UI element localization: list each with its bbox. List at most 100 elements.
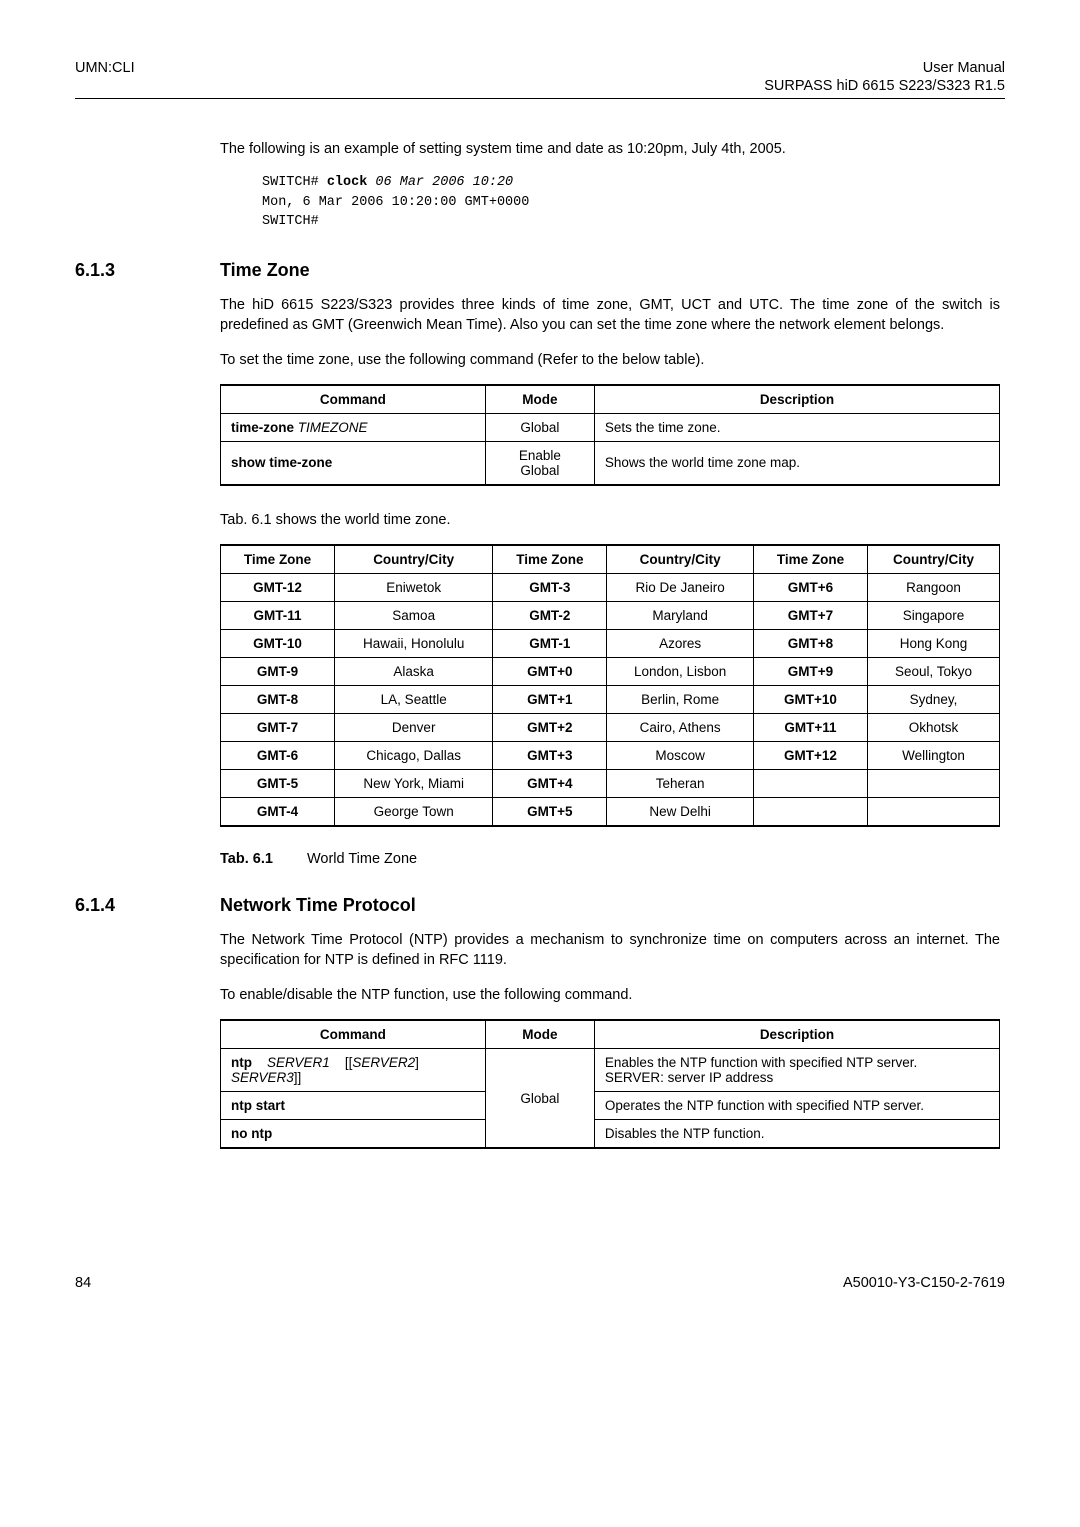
section-heading: 6.1.4 Network Time Protocol [75,895,1005,916]
cell: GMT-6 [221,742,335,770]
paragraph: Tab. 6.1 shows the world time zone. [220,510,1000,530]
cell: Denver [335,714,493,742]
cell [868,770,1000,798]
cell: Rio De Janeiro [607,574,754,602]
cell-mode: Enable Global [485,441,594,485]
cell: GMT-12 [221,574,335,602]
col-head: Country/City [607,545,754,574]
col-command: Command [221,1020,486,1049]
code-text: Mon, 6 Mar 2006 10:20:00 GMT+0000 [262,195,529,210]
section-heading: 6.1.3 Time Zone [75,260,1005,281]
cell-command: ntp SERVER1 [[SERVER2] SERVER3]] [221,1049,486,1092]
cell: GMT-7 [221,714,335,742]
table-row: Command Mode Description [221,1020,1000,1049]
cell: Chicago, Dallas [335,742,493,770]
header-rule [75,98,1005,99]
doc-id: A50010-Y3-C150-2-7619 [843,1275,1005,1291]
table-row: time-zone TIMEZONE Global Sets the time … [221,413,1000,441]
cell: GMT+8 [753,630,867,658]
cell: Maryland [607,602,754,630]
caption-label: Tab. 6.1 [220,851,273,867]
table-row: GMT-9AlaskaGMT+0London, LisbonGMT+9Seoul… [221,658,1000,686]
cell-command: time-zone TIMEZONE [221,413,486,441]
table-row: GMT-12EniwetokGMT-3Rio De JaneiroGMT+6Ra… [221,574,1000,602]
cell-command: no ntp [221,1120,486,1149]
cell: GMT+6 [753,574,867,602]
intro-paragraph: The following is an example of setting s… [220,139,1000,159]
cmd-text: SERVER3 [231,1070,294,1085]
code-text: SWITCH# [262,214,319,229]
table-row: show time-zone Enable Global Shows the w… [221,441,1000,485]
cell-mode: Global [485,413,594,441]
paragraph: To set the time zone, use the following … [220,350,1000,370]
header-right: User Manual [923,60,1005,76]
table-caption: Tab. 6.1 World Time Zone [220,851,1000,867]
cell-text: Enable [519,448,561,463]
header-subtitle: SURPASS hiD 6615 S223/S323 R1.5 [75,78,1005,94]
cell: GMT-2 [493,602,607,630]
cell: GMT+12 [753,742,867,770]
page-footer: 84 A50010-Y3-C150-2-7619 [75,1269,1005,1291]
cell: GMT-10 [221,630,335,658]
cell: GMT-3 [493,574,607,602]
cell [753,770,867,798]
cell: GMT+3 [493,742,607,770]
cell-desc: Sets the time zone. [594,413,999,441]
col-head: Time Zone [221,545,335,574]
cell: GMT+10 [753,686,867,714]
table-row: ntp start Operates the NTP function with… [221,1092,1000,1120]
header-left: UMN:CLI [75,60,135,76]
table-row: Time Zone Country/City Time Zone Country… [221,545,1000,574]
paragraph: To enable/disable the NTP function, use … [220,985,1000,1005]
cell: GMT-1 [493,630,607,658]
cell [753,798,867,827]
table-row: GMT-10Hawaii, HonoluluGMT-1AzoresGMT+8Ho… [221,630,1000,658]
cell: Alaska [335,658,493,686]
cell: GMT-4 [221,798,335,827]
table-row: GMT-8LA, SeattleGMT+1Berlin, RomeGMT+10S… [221,686,1000,714]
cell: GMT+4 [493,770,607,798]
col-command: Command [221,385,486,414]
section-number: 6.1.4 [75,895,220,916]
section-number: 6.1.3 [75,260,220,281]
cell: GMT-8 [221,686,335,714]
table-row: GMT-4George TownGMT+5New Delhi [221,798,1000,827]
cell-desc: Disables the NTP function. [594,1120,999,1149]
cell: GMT+0 [493,658,607,686]
cmd-text: SERVER2 [352,1055,415,1070]
table-row: GMT-11SamoaGMT-2MarylandGMT+7Singapore [221,602,1000,630]
col-mode: Mode [485,385,594,414]
col-head: Country/City [868,545,1000,574]
code-text: 06 Mar 2006 10:20 [375,175,513,190]
cmd-text: show time-zone [231,455,332,470]
cell-desc: Enables the NTP function with specified … [594,1049,999,1092]
cell: Eniwetok [335,574,493,602]
cell: Cairo, Athens [607,714,754,742]
col-head: Time Zone [753,545,867,574]
code-text: SWITCH# [262,175,327,190]
cell-desc: Shows the world time zone map. [594,441,999,485]
cmd-text: no ntp [231,1126,272,1141]
cell: New Delhi [607,798,754,827]
code-block: SWITCH# clock 06 Mar 2006 10:20 Mon, 6 M… [262,173,1000,232]
code-text: clock [327,175,376,190]
cell: Wellington [868,742,1000,770]
paragraph: The Network Time Protocol (NTP) provides… [220,930,1000,971]
table-row: GMT-7DenverGMT+2Cairo, AthensGMT+11Okhot… [221,714,1000,742]
cell-mode: Global [485,1049,594,1149]
cell-command: ntp start [221,1092,486,1120]
cell-command: show time-zone [221,441,486,485]
world-time-zone-table: Time Zone Country/City Time Zone Country… [220,544,1000,827]
cmd-text: TIMEZONE [298,420,368,435]
table-row: no ntp Disables the NTP function. [221,1120,1000,1149]
cell: GMT+7 [753,602,867,630]
cell: Singapore [868,602,1000,630]
cell: GMT-9 [221,658,335,686]
cmd-text: ] [415,1055,419,1070]
cell: GMT+11 [753,714,867,742]
cell: GMT+1 [493,686,607,714]
cell: Berlin, Rome [607,686,754,714]
cell: Seoul, Tokyo [868,658,1000,686]
cell: London, Lisbon [607,658,754,686]
cell: Okhotsk [868,714,1000,742]
